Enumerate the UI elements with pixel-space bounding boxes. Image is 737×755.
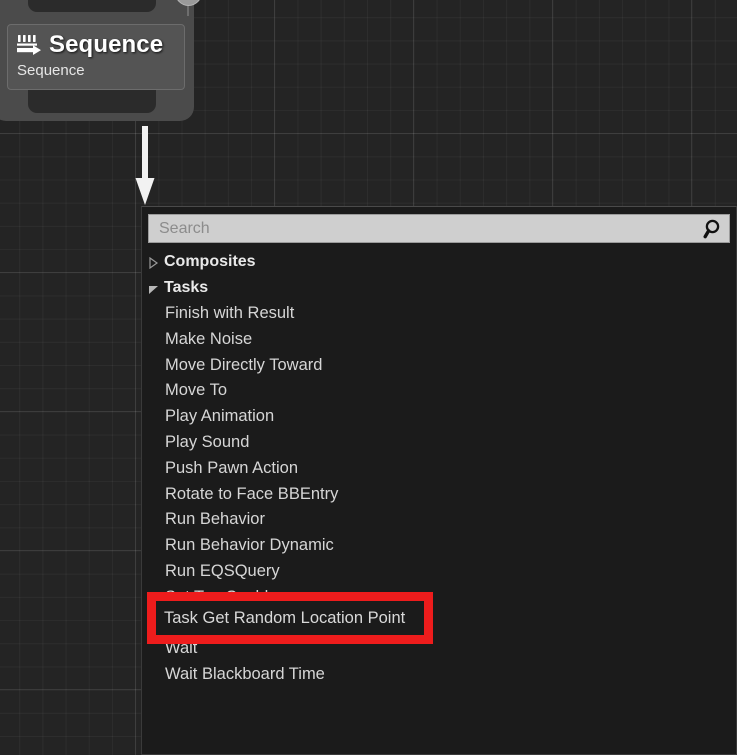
list-item[interactable]: Move Directly Toward: [142, 353, 736, 379]
search-icon[interactable]: [703, 218, 725, 240]
node-body[interactable]: Sequence Sequence: [7, 24, 185, 90]
node-title: Sequence: [49, 31, 164, 58]
chevron-down-icon[interactable]: [148, 282, 159, 294]
list-item[interactable]: Run EQSQuery: [142, 559, 736, 585]
highlighted-list-item[interactable]: Task Get Random Location Point: [156, 601, 424, 635]
node-title-row: Sequence: [16, 28, 176, 62]
node-input-pin[interactable]: [28, 0, 156, 12]
list-item[interactable]: Play Sound: [142, 430, 736, 456]
tree-group-composites[interactable]: Composites: [142, 249, 736, 275]
chevron-right-icon[interactable]: [148, 256, 159, 270]
tree-group-label: Composites: [164, 253, 256, 270]
list-item[interactable]: Finish with Result: [142, 301, 736, 327]
search-input[interactable]: [159, 219, 703, 238]
list-item[interactable]: Move To: [142, 378, 736, 404]
sequence-node[interactable]: Sequence Sequence 1: [0, 0, 202, 121]
down-arrow-icon: [134, 126, 156, 213]
behavior-tree-editor: Sequence Sequence 1: [0, 0, 737, 755]
list-item[interactable]: Play Animation: [142, 404, 736, 430]
list-item[interactable]: Wait: [142, 636, 736, 662]
list-item[interactable]: Run Behavior Dynamic: [142, 533, 736, 559]
search-field[interactable]: [148, 214, 730, 243]
tree-group-label: Tasks: [164, 279, 209, 296]
list-item[interactable]: Push Pawn Action: [142, 456, 736, 482]
list-item[interactable]: Make Noise: [142, 327, 736, 353]
list-item[interactable]: Run Behavior: [142, 507, 736, 533]
list-item[interactable]: Wait Blackboard Time: [142, 662, 736, 688]
node-subtitle: Sequence: [17, 62, 85, 79]
list-item[interactable]: Rotate to Face BBEntry: [142, 482, 736, 508]
node-picker-panel[interactable]: Composites Tasks Finish with Result Make…: [141, 206, 737, 755]
sequence-icon: [16, 34, 42, 56]
tree-group-tasks[interactable]: Tasks: [142, 275, 736, 301]
